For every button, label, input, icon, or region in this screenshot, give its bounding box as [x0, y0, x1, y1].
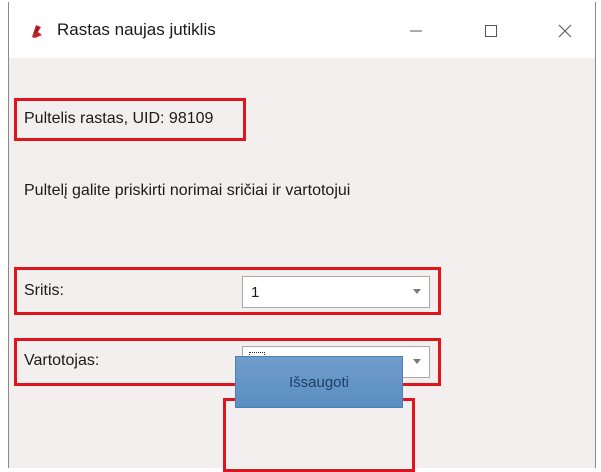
dialog-window: Rastas naujas jutiklis Pultelis rastas, … [8, 2, 596, 472]
chevron-down-icon [413, 289, 421, 294]
area-select[interactable]: 1 [242, 276, 430, 308]
chevron-down-icon [413, 359, 421, 364]
maximize-icon [485, 25, 497, 37]
save-button[interactable]: Išsaugoti [235, 356, 403, 408]
uid-text: Pultelis rastas, UID: 98109 [24, 110, 214, 127]
user-label: Vartotojas: [24, 352, 100, 369]
minimize-button[interactable] [394, 16, 438, 46]
info-text: Pultelį galite priskirti norimai sričiai… [24, 182, 351, 199]
close-button[interactable] [543, 16, 587, 46]
minimize-icon [410, 30, 422, 32]
save-button-highlight [223, 398, 415, 472]
window-title: Rastas naujas jutiklis [57, 20, 216, 39]
app-icon [29, 23, 45, 39]
maximize-button[interactable] [469, 16, 513, 46]
area-select-value: 1 [251, 283, 260, 301]
title-bar[interactable]: Rastas naujas jutiklis [9, 2, 595, 58]
close-icon [558, 24, 572, 38]
area-label: Sritis: [24, 282, 64, 299]
